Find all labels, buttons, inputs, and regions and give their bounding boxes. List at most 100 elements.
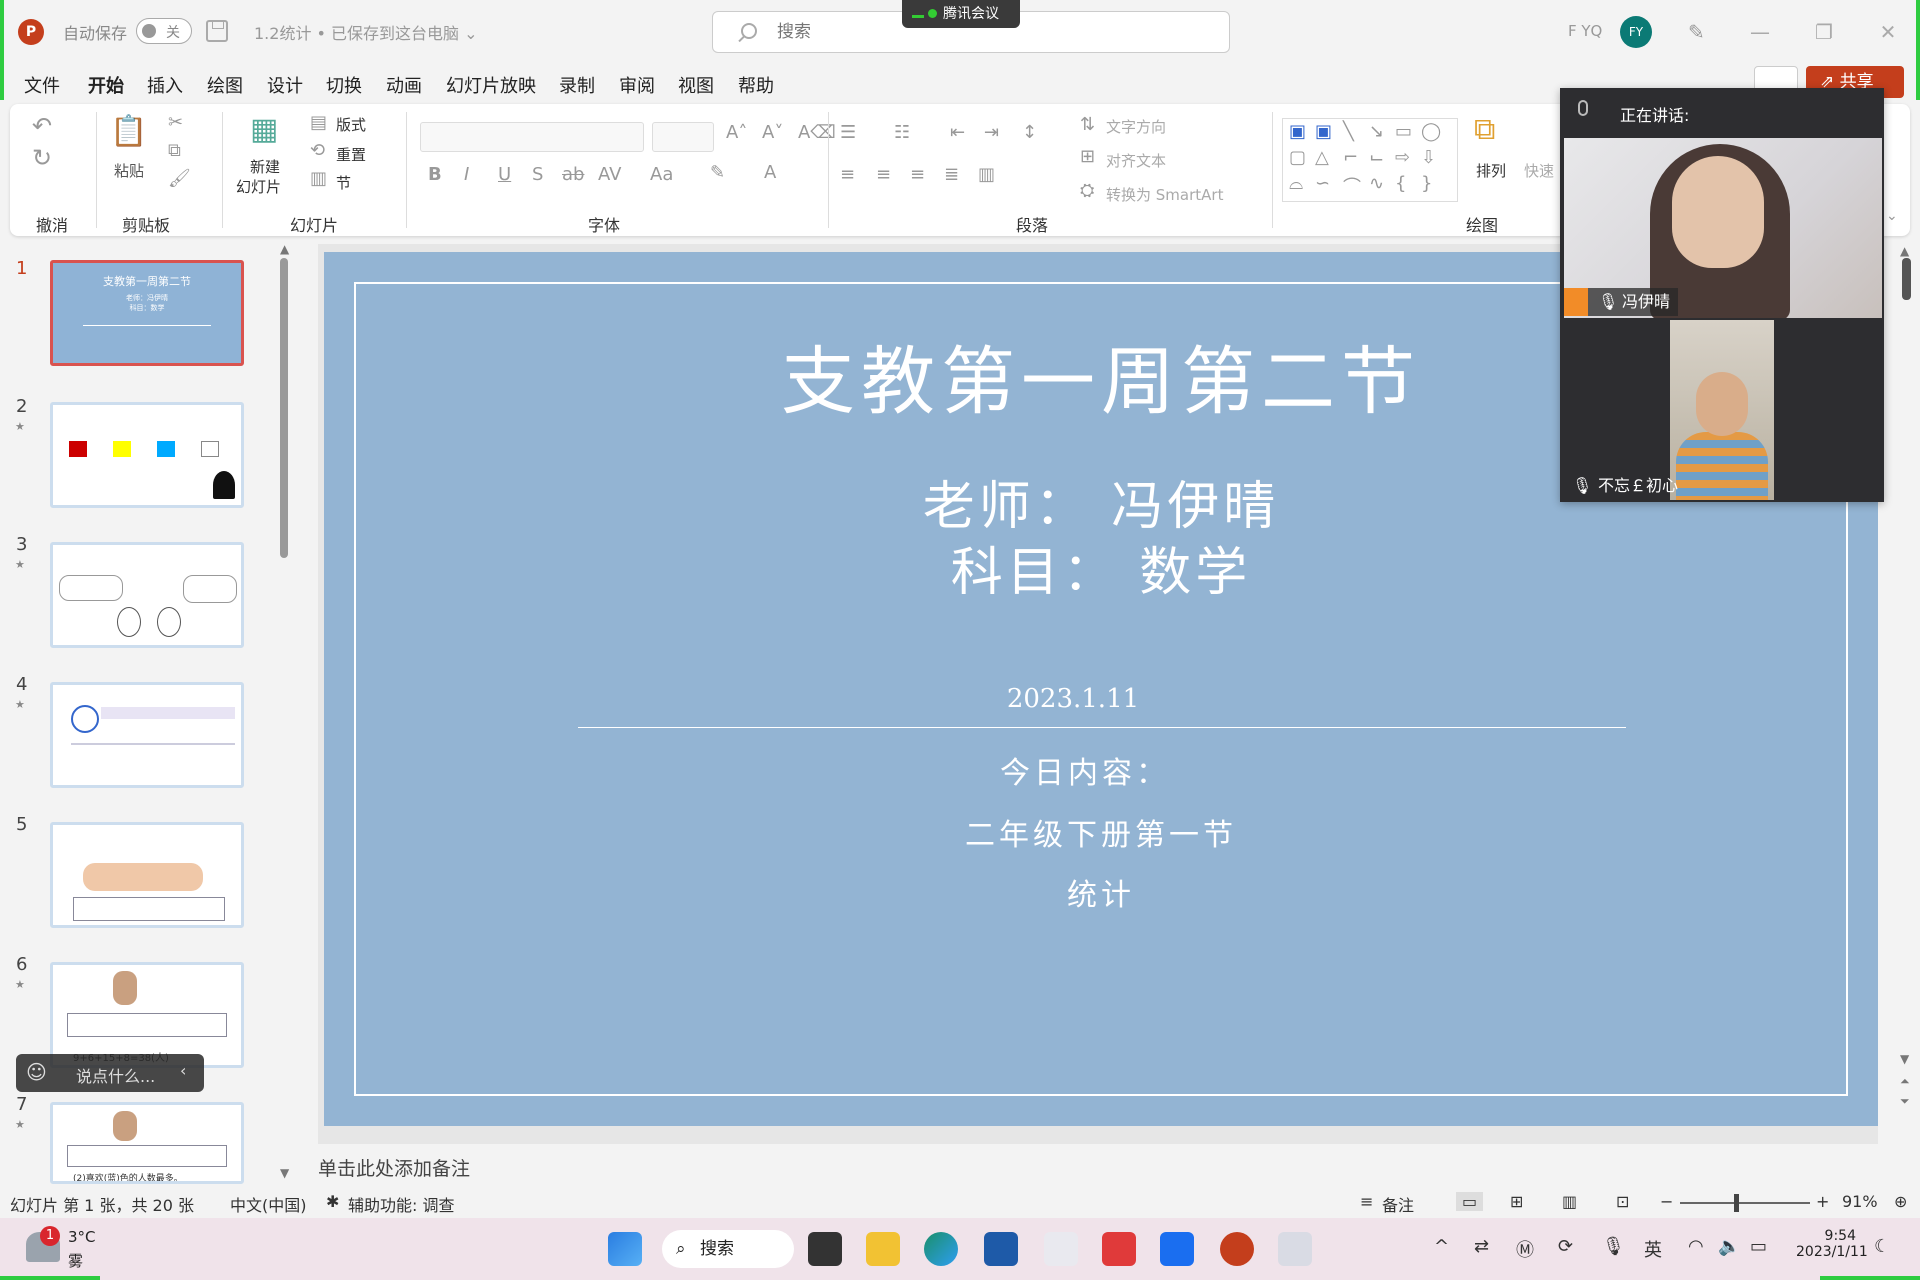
volume-icon[interactable]: 🔈 [1718,1236,1740,1257]
edge-browser-icon[interactable] [924,1232,958,1266]
ribbon-collapse-icon[interactable]: ⌄ [1886,208,1898,224]
reading-view-icon[interactable]: ▥ [1562,1192,1577,1211]
right-arrow-shape-icon[interactable]: ⇨ [1395,147,1410,168]
slide-sorter-icon[interactable]: ⊞ [1510,1192,1523,1211]
tab-transitions[interactable]: 切换 [326,72,362,98]
triangle-icon[interactable]: △ [1315,147,1329,168]
next-slide-icon[interactable]: ⏷ [1900,1094,1910,1109]
zoom-slider[interactable] [1680,1202,1810,1204]
zoom-level[interactable]: 91% [1842,1192,1878,1211]
slide-date[interactable]: 2023.1.11 [296,684,1850,714]
convert-smartart-button[interactable]: 转换为 SmartArt [1106,184,1223,205]
tab-animations[interactable]: 动画 [386,72,422,98]
slide-subject[interactable]: 科目： 数学 [324,530,1878,605]
slide-today-content[interactable]: 今日内容： [308,748,1862,792]
paste-label[interactable]: 粘贴 [114,160,144,181]
line-spacing-icon[interactable]: ↕ [1022,122,1037,143]
notes-placeholder[interactable]: 单击此处添加备注 [318,1154,470,1181]
battery-icon[interactable]: ▭ [1750,1236,1767,1257]
redo-icon[interactable]: ↻ [32,144,52,172]
taskbar-search[interactable]: ⌕ 搜索 [662,1230,794,1268]
file-explorer-icon[interactable] [866,1232,900,1266]
tab-record[interactable]: 录制 [559,72,595,98]
collapse-icon[interactable]: ‹ [180,1061,186,1080]
font-size-select[interactable] [652,122,714,152]
slide-scroll-up-icon[interactable]: ▲ [1900,244,1909,258]
left-brace-icon[interactable]: { [1395,173,1406,194]
show-hidden-icons-icon[interactable]: ^ [1434,1236,1449,1257]
thumbnail-slide-6[interactable]: 9+6+15+8=38(人) [50,962,244,1068]
fit-to-window-icon[interactable]: ⊕ [1894,1192,1907,1211]
thumbnails-scrollbar[interactable] [280,258,288,558]
new-slide-label-2[interactable]: 幻灯片 [236,176,281,197]
arrange-icon[interactable]: ⧉ [1474,112,1495,147]
bold-icon[interactable]: B [428,164,442,185]
video-tile-1[interactable]: 🎙 冯伊晴 [1564,138,1882,318]
sync-icon[interactable]: ⟳ [1558,1236,1573,1257]
scroll-down-icon[interactable]: ▼ [280,1166,289,1180]
pen-icon[interactable]: ✎ [1688,20,1712,44]
restore-button[interactable]: ❐ [1804,14,1844,50]
new-slide-icon[interactable]: ▦ [250,112,278,147]
arrange-button[interactable]: 排列 [1476,160,1506,181]
numbering-icon[interactable]: ☷ [894,122,910,143]
ime-indicator[interactable]: 英 [1644,1236,1662,1262]
tab-draw[interactable]: 绘图 [207,72,243,98]
right-brace-icon[interactable]: } [1421,173,1432,194]
font-name-select[interactable] [420,122,644,152]
paste-icon[interactable]: 📋 [110,114,147,149]
scroll-up-icon[interactable]: ▲ [280,242,289,256]
curve-icon[interactable]: ∿ [1369,173,1384,194]
shapes-gallery[interactable]: ▣ ▣ ╲ ↘ ▭ ◯ ▢ △ ⌐ ⌙ ⇨ ⇩ ⌓ ∽ ⌒ ∿ { } [1282,118,1458,202]
grow-font-icon[interactable]: A˄ [726,122,747,143]
layout-button[interactable]: 版式 [336,114,366,135]
underline-icon[interactable]: U [498,164,511,185]
justify-icon[interactable]: ≣ [944,164,959,185]
change-case-icon[interactable]: Aa [650,164,673,185]
meeting-badge[interactable]: 腾讯会议 [902,0,1020,28]
meeting-video-panel[interactable]: 正在讲话: 🎙 冯伊晴 🎙 不忘￡初心 [1560,88,1884,502]
font-color-icon[interactable]: A [764,162,776,183]
align-text-button[interactable]: 对齐文本 [1106,150,1166,171]
wifi-icon[interactable]: ◠ [1688,1236,1704,1257]
line-icon[interactable]: ╲ [1343,121,1354,142]
clear-format-icon[interactable]: A⌫ [798,122,836,143]
thumbnail-slide-4[interactable] [50,682,244,788]
section-button[interactable]: 节 [336,172,351,193]
zoom-slider-thumb[interactable] [1733,1194,1739,1212]
notes-toggle[interactable]: 备注 [1382,1192,1414,1216]
char-spacing-icon[interactable]: AV [598,164,621,185]
tencent-meeting-icon[interactable] [1160,1232,1194,1266]
freeform-icon[interactable]: ⌓ [1289,173,1303,194]
reset-button[interactable]: 重置 [336,144,366,165]
tab-file[interactable]: 文件 [24,72,60,98]
connector-icon[interactable]: ⌐ [1343,147,1358,168]
arrow-icon[interactable]: ↘ [1369,121,1384,142]
rectangle-icon[interactable]: ▭ [1395,121,1412,142]
notes-pane[interactable]: 单击此处添加备注 [318,1148,1878,1192]
save-icon[interactable] [206,20,228,42]
highlight-icon[interactable]: ✎ [710,162,725,183]
start-button-icon[interactable] [608,1232,642,1266]
slide-scrollbar[interactable] [1902,258,1911,300]
tab-design[interactable]: 设计 [267,72,303,98]
arc-icon[interactable]: ⌒ [1343,173,1361,199]
increase-indent-icon[interactable]: ⇥ [984,122,999,143]
align-left-icon[interactable]: ≡ [840,164,855,185]
close-button[interactable]: ✕ [1868,14,1908,50]
tab-help[interactable]: 帮助 [738,72,774,98]
task-view-icon[interactable] [808,1232,842,1266]
thumbnail-slide-3[interactable] [50,542,244,648]
vertical-textbox-icon[interactable]: ▣ [1315,121,1332,142]
accessibility-checker[interactable]: 辅助功能: 调查 [348,1192,454,1216]
microphone-icon[interactable]: 🎙 [1602,1236,1625,1257]
slide-scroll-down-icon[interactable]: ▼ [1900,1052,1909,1066]
thumbnail-slide-2[interactable] [50,402,244,508]
oval-icon[interactable]: ◯ [1421,121,1441,142]
thumbnail-slide-5[interactable] [50,822,244,928]
align-center-icon[interactable]: ≡ [876,164,891,185]
tab-view[interactable]: 视图 [678,72,714,98]
italic-icon[interactable]: I [464,164,469,185]
notification-center-icon[interactable]: ☾ [1874,1236,1890,1257]
textbox-icon[interactable]: ▣ [1289,121,1306,142]
